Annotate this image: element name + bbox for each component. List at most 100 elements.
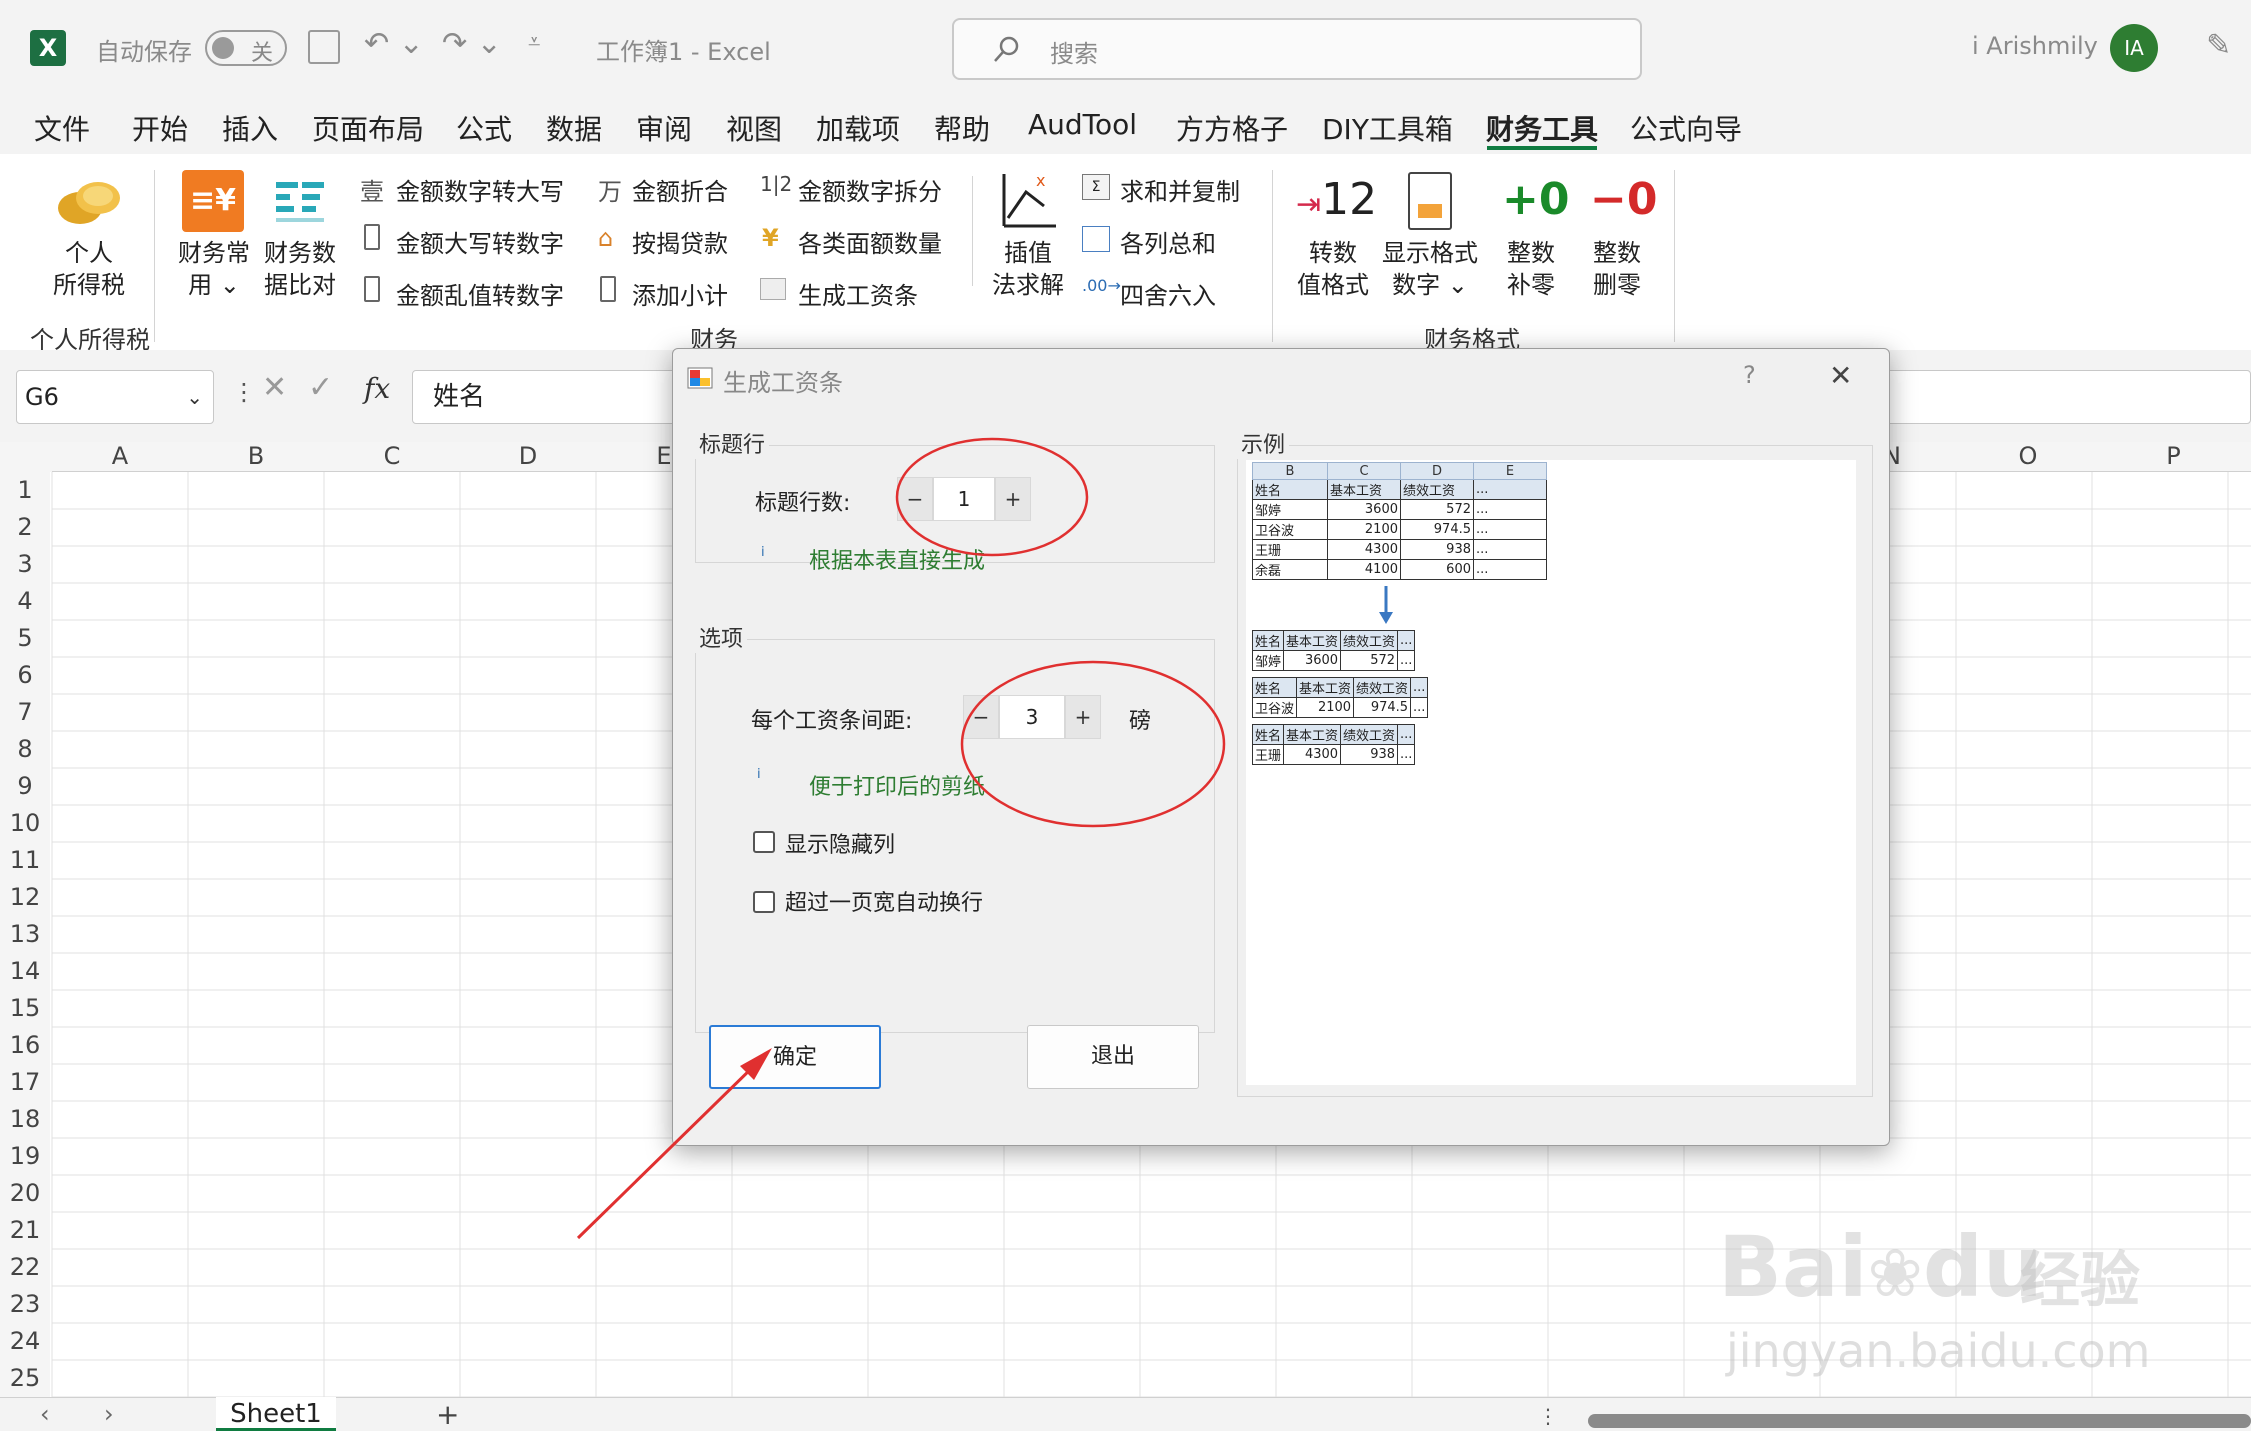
horizontal-scrollbar[interactable] [1588, 1414, 2251, 1428]
row-header[interactable]: 10 [0, 805, 50, 842]
row-header[interactable]: 17 [0, 1064, 50, 1101]
row-header[interactable]: 6 [0, 657, 50, 694]
next-sheet-icon[interactable]: › [104, 1400, 114, 1428]
row-header[interactable]: 1 [0, 472, 50, 509]
customize-qat-icon[interactable]: ⩡ [528, 30, 540, 55]
uppercase-to-amount-button[interactable]: 金额大写转数字 [396, 224, 564, 259]
spacing-input[interactable]: 3 [999, 695, 1065, 739]
spacing-decrement[interactable]: − [963, 695, 999, 739]
more-options-icon[interactable]: ⋮ [232, 378, 256, 406]
remove-zero-button[interactable]: 整数 删零 [1582, 237, 1652, 301]
amount-conversion-button[interactable]: 金额折合 [632, 172, 728, 207]
row-header[interactable]: 23 [0, 1286, 50, 1323]
add-sheet-button[interactable]: + [436, 1398, 459, 1431]
remove-zero-line1: 整数 [1593, 239, 1641, 267]
column-totals-button[interactable]: 各列总和 [1120, 224, 1216, 259]
amount-to-uppercase-button[interactable]: 金额数字转大写 [396, 172, 564, 207]
pad-zero-button[interactable]: 整数 补零 [1496, 237, 1566, 301]
row-header[interactable]: 11 [0, 842, 50, 879]
excel-logo-icon: X [30, 30, 66, 66]
cancel-icon[interactable]: ✕ [262, 370, 287, 405]
row-header[interactable]: 16 [0, 1027, 50, 1064]
row-header[interactable]: 24 [0, 1323, 50, 1360]
tab-finance-tools[interactable]: 财务工具 [1486, 108, 1598, 148]
tab-data[interactable]: 数据 [546, 108, 602, 148]
tab-page-layout[interactable]: 页面布局 [312, 108, 424, 148]
tab-insert[interactable]: 插入 [222, 108, 278, 148]
interpolation-button[interactable]: 插值 法求解 [986, 237, 1070, 301]
close-button[interactable]: ✕ [1829, 359, 1852, 392]
mortgage-button[interactable]: 按揭贷款 [632, 224, 728, 259]
tab-formula-wizard[interactable]: 公式向导 [1630, 108, 1742, 148]
generate-payslip-button[interactable]: 生成工资条 [798, 276, 918, 311]
tab-home[interactable]: 开始 [132, 108, 188, 148]
show-hidden-columns-checkbox[interactable] [753, 831, 775, 853]
sum-and-copy-button[interactable]: 求和并复制 [1120, 172, 1240, 207]
tab-fangfang[interactable]: 方方格子 [1176, 108, 1288, 148]
denomination-count-button[interactable]: 各类面额数量 [798, 224, 942, 259]
tab-formulas[interactable]: 公式 [456, 108, 512, 148]
row-header[interactable]: 18 [0, 1101, 50, 1138]
column-header-b[interactable]: B [188, 442, 324, 472]
column-header-o[interactable]: O [1960, 442, 2096, 472]
select-all-corner[interactable] [0, 442, 52, 472]
header-rows-input[interactable]: 1 [933, 477, 995, 521]
amount-split-button[interactable]: 金额数字拆分 [798, 172, 942, 207]
help-button[interactable]: ? [1743, 361, 1756, 389]
header-rows-decrement[interactable]: − [897, 477, 933, 521]
insert-function-icon[interactable]: fx [364, 372, 390, 405]
row-header[interactable]: 14 [0, 953, 50, 990]
enter-icon[interactable]: ✓ [308, 370, 333, 405]
sheet-tab-sheet1[interactable]: Sheet1 [216, 1397, 336, 1431]
tab-addins[interactable]: 加载项 [816, 108, 900, 148]
column-header-d[interactable]: D [460, 442, 596, 472]
search-box[interactable]: 搜索 [952, 18, 1642, 80]
row-header[interactable]: 22 [0, 1249, 50, 1286]
exit-button[interactable]: 退出 [1027, 1025, 1199, 1089]
tab-view[interactable]: 视图 [726, 108, 782, 148]
row-header[interactable]: 15 [0, 990, 50, 1027]
row-header[interactable]: 9 [0, 768, 50, 805]
undo-icon[interactable]: ↶ ⌄ [364, 26, 424, 61]
save-icon[interactable] [308, 30, 340, 64]
row-header[interactable]: 19 [0, 1138, 50, 1175]
tab-audtool[interactable]: AudTool [1028, 108, 1137, 141]
finance-compare-button[interactable]: 财务数 据比对 [260, 237, 340, 301]
row-header[interactable]: 21 [0, 1212, 50, 1249]
auto-wrap-checkbox[interactable] [753, 891, 775, 913]
row-header[interactable]: 2 [0, 509, 50, 546]
row-header[interactable]: 3 [0, 546, 50, 583]
convert-value-format-button[interactable]: 转数 值格式 [1290, 237, 1376, 301]
column-header-c[interactable]: C [324, 442, 460, 472]
tab-help[interactable]: 帮助 [934, 108, 990, 148]
add-subtotal-button[interactable]: 添加小计 [632, 276, 728, 311]
row-header[interactable]: 12 [0, 879, 50, 916]
row-header[interactable]: 8 [0, 731, 50, 768]
column-header-p[interactable]: P [2096, 442, 2251, 472]
row-header[interactable]: 5 [0, 620, 50, 657]
row-header[interactable]: 25 [0, 1360, 50, 1397]
spacing-increment[interactable]: + [1065, 695, 1101, 739]
row-header[interactable]: 20 [0, 1175, 50, 1212]
finance-common-button[interactable]: 财务常 用 ⌄ [174, 237, 254, 301]
autosave-toggle[interactable]: 关 [205, 30, 287, 66]
tab-file[interactable]: 文件 [34, 108, 90, 148]
round-half-even-button[interactable]: 四舍六入 [1120, 276, 1216, 311]
row-header[interactable]: 7 [0, 694, 50, 731]
personal-tax-button[interactable]: 个人 所得税 [52, 237, 126, 301]
row-header[interactable]: 4 [0, 583, 50, 620]
tab-diy-toolbox[interactable]: DIY工具箱 [1322, 108, 1453, 148]
avatar[interactable]: IA [2110, 24, 2158, 72]
header-rows-increment[interactable]: + [995, 477, 1031, 521]
display-format-button[interactable]: 显示格式 数字 ⌄ [1378, 237, 1482, 301]
row-header[interactable]: 13 [0, 916, 50, 953]
more-icon[interactable]: ⋮ [1538, 1404, 1558, 1428]
column-header-a[interactable]: A [52, 442, 188, 472]
redo-icon[interactable]: ↷ ⌄ [442, 26, 502, 61]
ok-button[interactable]: 确定 [709, 1025, 881, 1089]
name-box[interactable]: G6 ⌄ [16, 370, 214, 424]
messy-amount-to-number-button[interactable]: 金额乱值转数字 [396, 276, 564, 311]
pen-icon[interactable]: ✎ [2206, 28, 2231, 63]
tab-review[interactable]: 审阅 [636, 108, 692, 148]
prev-sheet-icon[interactable]: ‹ [40, 1400, 50, 1428]
